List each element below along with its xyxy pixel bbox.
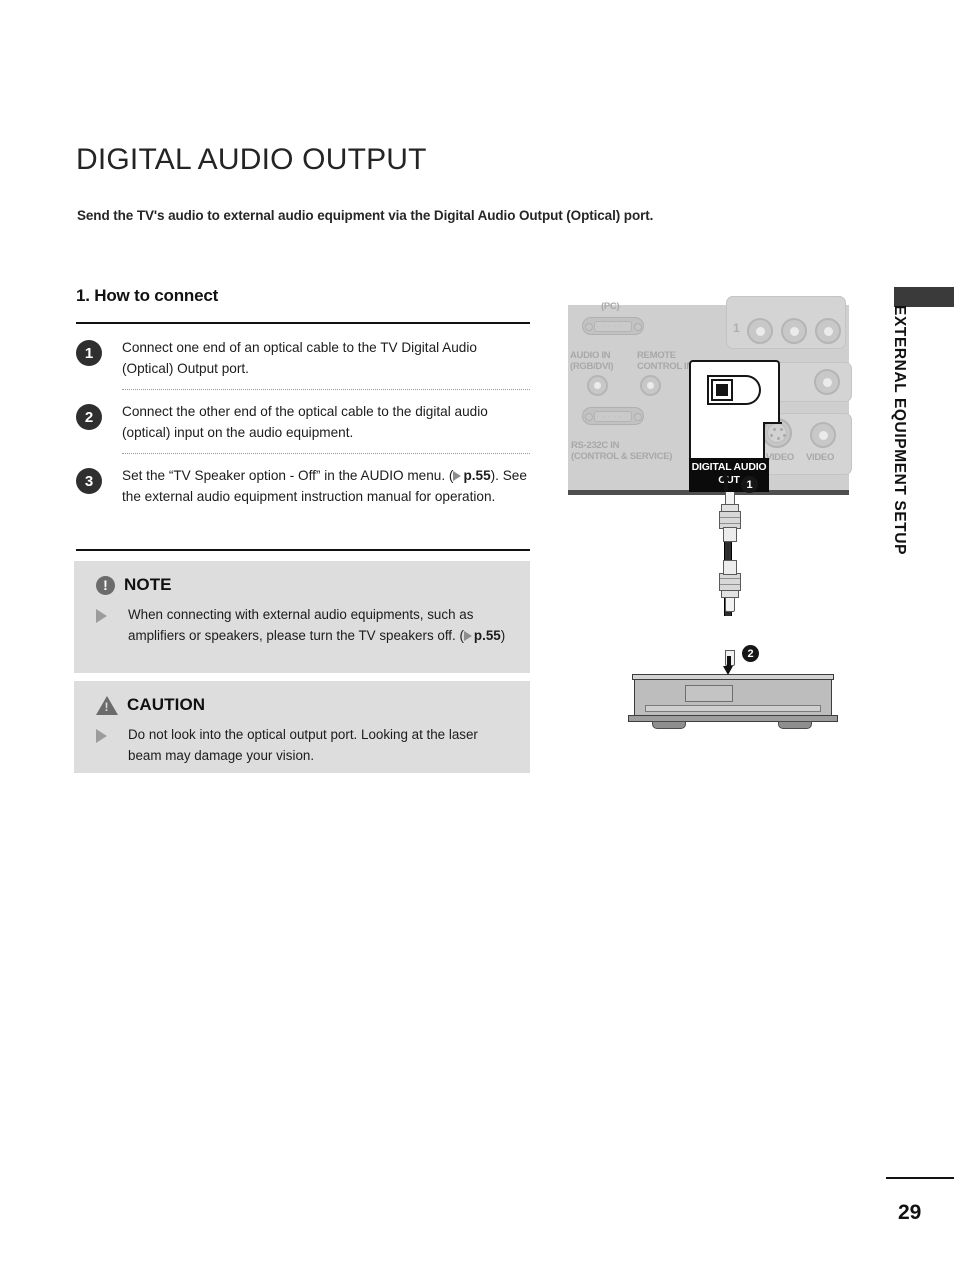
- section-rule-top: [76, 322, 530, 324]
- arrow-down-icon: [723, 666, 733, 675]
- audio-equipment-device: [628, 674, 838, 730]
- equipment-disc-slot: [645, 705, 821, 712]
- video-port-label: VIDEO: [806, 452, 835, 463]
- page-title: DIGITAL AUDIO OUTPUT: [76, 143, 427, 176]
- optical-port-callout: OPTICAL DIGITAL AUDIOOUT: [689, 360, 782, 492]
- equipment-display: [685, 685, 733, 702]
- optical-connector-icon: [707, 373, 763, 407]
- plug-neck: [723, 527, 737, 542]
- rca-jack-remote-control-in: [640, 375, 661, 396]
- optical-callout-middle: [689, 422, 782, 458]
- equipment-front-panel: [634, 679, 832, 717]
- step-item-3: 3 Set the “TV Speaker option - Off” in t…: [76, 464, 530, 507]
- note-header: ! NOTE: [74, 561, 530, 595]
- connection-diagram: (PC) · · · · · AUDIO IN (RGB/DVI) REMOTE C…: [565, 296, 855, 760]
- section-heading: 1. How to connect: [76, 286, 219, 305]
- warning-triangle-icon: [96, 695, 118, 715]
- equipment-foot-right: [778, 721, 812, 729]
- serial-screw-right-icon: [633, 413, 642, 421]
- step-item-1: 1 Connect one end of an optical cable to…: [76, 336, 530, 379]
- side-tab-label: EXTERNAL EQUIPMENT SETUP: [891, 305, 908, 556]
- arrow-up-stem: [723, 480, 728, 492]
- step-3-page-ref: p.55: [463, 468, 491, 483]
- serial-port-rs232c: · · · · ·: [582, 407, 644, 425]
- section-rule-bottom: [76, 549, 530, 551]
- vga-screw-left-icon: [584, 323, 593, 331]
- rca-jack-component-2: [781, 318, 807, 344]
- bullet-triangle-icon: [96, 729, 118, 743]
- plug-neck: [723, 560, 737, 575]
- caution-title: CAUTION: [127, 695, 206, 714]
- caution-header: CAUTION: [74, 681, 530, 715]
- bullet-triangle-icon: [96, 609, 118, 623]
- footer-rule: [886, 1177, 954, 1179]
- step-separator-2: [122, 453, 530, 454]
- step-text-3-before: Set the “TV Speaker option - Off” in the…: [122, 468, 454, 483]
- optical-callout-step-line: [765, 422, 782, 424]
- step-separator-1: [122, 389, 530, 390]
- optical-tab-shape: [735, 375, 761, 405]
- step-text-1: Connect one end of an optical cable to t…: [122, 340, 477, 376]
- play-triangle-icon: [463, 630, 472, 641]
- side-tab-marker: [894, 287, 954, 307]
- note-title: NOTE: [124, 575, 172, 594]
- pc-port-label: (PC): [601, 301, 620, 312]
- caution-body: Do not look into the optical output port…: [74, 715, 530, 766]
- play-triangle-icon: [453, 471, 462, 481]
- audio-in-port-label: AUDIO IN (RGB/DVI): [570, 350, 614, 372]
- diagram-callout-2: 2: [742, 645, 759, 662]
- steps-list: 1 Connect one end of an optical cable to…: [76, 336, 530, 507]
- note-text: When connecting with external audio equi…: [128, 605, 510, 646]
- step-item-2: 2 Connect the other end of the optical c…: [76, 400, 530, 443]
- rca-jack-component-1: [747, 318, 773, 344]
- optical-square-inner: [716, 384, 728, 396]
- remote-control-in-port-label: REMOTE CONTROL IN: [637, 350, 693, 372]
- note-box: ! NOTE When connecting with external aud…: [74, 561, 530, 673]
- diagram-callout-1: 1: [741, 476, 758, 493]
- serial-screw-left-icon: [584, 413, 593, 421]
- plug-body: [719, 573, 741, 591]
- vga-pins: · · · · ·: [597, 324, 622, 330]
- step-text-2: Connect the other end of the optical cab…: [122, 404, 488, 440]
- rca-jack-right-middle: [814, 369, 840, 395]
- step-text-3: Set the “TV Speaker option - Off” in the…: [122, 464, 530, 507]
- equipment-foot-left: [652, 721, 686, 729]
- note-page-ref: p.55: [473, 627, 501, 643]
- note-text-after: ): [500, 627, 506, 643]
- step-number-badge-2: 2: [76, 404, 102, 430]
- note-body: When connecting with external audio equi…: [74, 595, 530, 646]
- rs232c-port-label: RS-232C IN (CONTROL & SERVICE): [571, 440, 673, 462]
- rca-jack-video: [810, 422, 836, 448]
- component-input-number: 1: [733, 321, 740, 335]
- page-number: 29: [898, 1201, 922, 1224]
- step-number-badge-3: 3: [76, 468, 102, 494]
- rca-jack-audio-in: [587, 375, 608, 396]
- vga-screw-right-icon: [633, 323, 642, 331]
- rca-jack-component-3: [815, 318, 841, 344]
- optical-callout-upper: OPTICAL: [689, 360, 780, 439]
- caution-text: Do not look into the optical output port…: [128, 727, 478, 763]
- vga-port-pc: · · · · ·: [582, 317, 644, 335]
- caution-box: CAUTION Do not look into the optical out…: [74, 681, 530, 773]
- serial-pins: · · · · ·: [597, 414, 622, 420]
- page-subtitle: Send the TV's audio to external audio eq…: [77, 208, 654, 223]
- step-number-badge-1: 1: [76, 340, 102, 366]
- note-text-before: When connecting with external audio equi…: [128, 607, 474, 643]
- note-exclamation-icon: !: [96, 575, 115, 595]
- plug-tip: [725, 596, 735, 612]
